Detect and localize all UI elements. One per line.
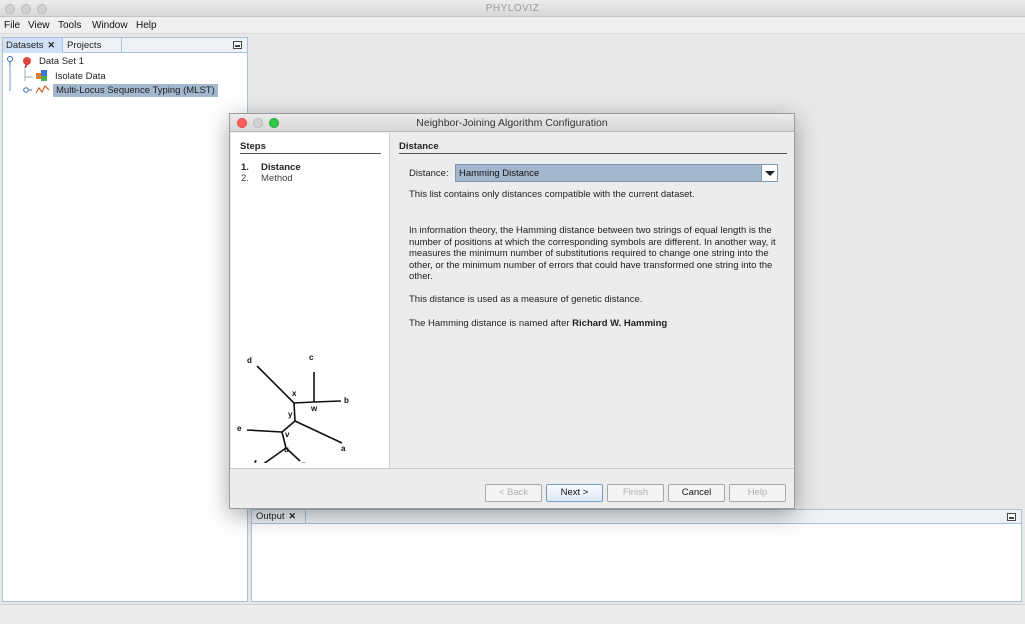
menu-help[interactable]: Help [136,20,157,31]
status-bar [0,604,1025,624]
output-tabs: Output ✕ [252,510,1021,524]
tree-label-e: e [237,424,242,433]
attribution-note: The Hamming distance is named after Rich… [409,318,779,330]
tree-label-x: x [292,389,297,398]
tree-label-c: c [309,353,314,362]
dialog-titlebar: Neighbor-Joining Algorithm Configuration [230,114,794,132]
menu-view[interactable]: View [28,20,50,31]
menu-bar: File View Tools Window Help [0,17,1025,34]
step-label: Distance [261,162,301,173]
tree-label-a: a [341,444,346,453]
explorer-tabs: Datasets ✕ Projects [3,38,247,53]
output-panel: Output ✕ [251,509,1022,602]
tab-datasets-label: Datasets [6,40,44,51]
tree-label-v: v [285,430,290,439]
tree-label-g: g [301,460,306,463]
distance-select-value: Hamming Distance [459,168,540,179]
tree-toggle-icon[interactable] [7,56,15,69]
distance-config-pane: Distance Distance: Hamming Distance This… [392,133,794,468]
steps-header: Steps [240,141,266,152]
back-button[interactable]: < Back [485,484,542,502]
distance-label: Distance: [409,168,449,179]
mlst-icon [35,84,50,96]
step-number: 2. [241,173,249,184]
tree-label-b: b [344,396,349,405]
dataset-pin-icon [21,56,32,69]
app-title: PHYLOVIZ [485,3,540,14]
tree-label-u: u [284,445,289,454]
dialog-button-bar: < Back Next > Finish Cancel Help [230,468,794,508]
content-header: Distance [399,141,439,152]
isolate-data-icon [36,70,47,81]
tree-label-d: d [247,356,252,365]
close-icon[interactable]: ✕ [48,40,56,50]
chevron-down-icon[interactable] [761,165,777,181]
minimize-panel-icon[interactable] [233,41,242,49]
help-button[interactable]: Help [729,484,786,502]
tab-output-label: Output [256,511,285,522]
step-method: 2. Method [241,173,293,184]
tab-datasets[interactable]: Datasets ✕ [3,38,63,53]
attribution-prefix: The Hamming distance is named after [409,318,573,329]
hamming-description: In information theory, the Hamming dista… [409,225,776,282]
steps-pane: Steps 1. Distance 2. Method d c x w b y … [231,133,390,468]
tree-item-isolate-data[interactable]: Isolate Data [55,70,106,83]
attribution-person: Richard W. Hamming [572,318,668,329]
cancel-button[interactable]: Cancel [668,484,725,502]
step-number: 1. [241,162,249,173]
tree-item-dataset[interactable]: Data Set 1 [39,55,84,68]
tree-label-f: f [254,459,257,463]
tab-output[interactable]: Output ✕ [252,510,306,524]
step-distance: 1. Distance [241,162,301,173]
tab-projects-label: Projects [67,40,102,51]
finish-button[interactable]: Finish [607,484,664,502]
step-label: Method [261,173,293,184]
tree-item-mlst[interactable]: Multi-Locus Sequence Typing (MLST) [53,84,218,97]
main-titlebar: PHYLOVIZ [0,0,1025,17]
content-divider [399,153,787,154]
usage-note: This distance is used as a measure of ge… [409,294,643,305]
menu-window[interactable]: Window [92,20,128,31]
tree-expand-icon[interactable] [23,85,33,98]
dialog-title: Neighbor-Joining Algorithm Configuration [416,117,608,129]
menu-file[interactable]: File [4,20,20,31]
explorer-panel: Datasets ✕ Projects Data Set 1 Isolate Da… [2,37,248,602]
menu-tools[interactable]: Tools [58,20,81,31]
distance-select[interactable]: Hamming Distance [455,164,778,182]
nj-config-dialog: Neighbor-Joining Algorithm Configuration… [229,113,795,509]
tab-projects[interactable]: Projects [64,38,122,53]
steps-divider [240,153,381,154]
next-button[interactable]: Next > [546,484,603,502]
close-icon[interactable]: ✕ [289,511,297,521]
tree-label-w: w [310,404,318,413]
phylogenetic-tree-illustration: d c x w b y e v a u f g [237,353,349,463]
compatibility-note: This list contains only distances compat… [409,189,695,200]
minimize-panel-icon[interactable] [1007,513,1016,521]
tree-label-y: y [288,410,293,419]
